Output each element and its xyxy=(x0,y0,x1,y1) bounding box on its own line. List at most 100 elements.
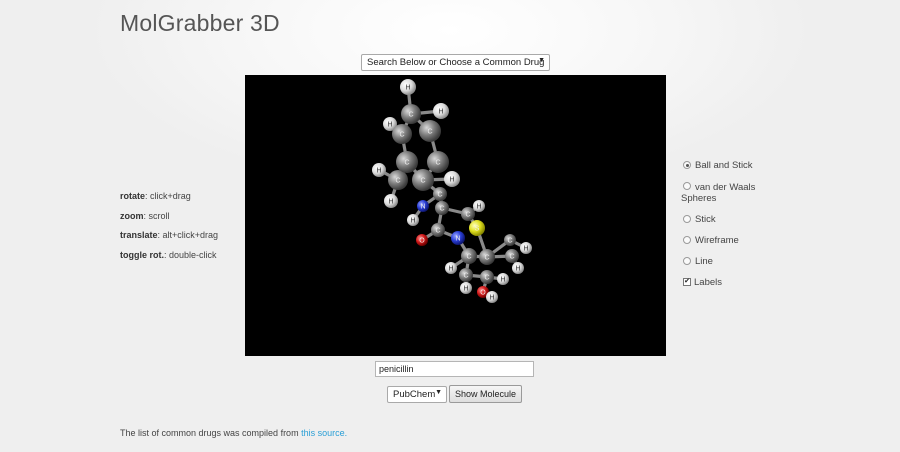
atom-label: H xyxy=(387,122,392,129)
atom-h: H xyxy=(407,214,419,226)
help-zoom: zoom: scroll xyxy=(120,211,218,222)
option-label: Ball and Stick xyxy=(695,160,753,171)
atom-c: C xyxy=(461,248,477,264)
option-line[interactable]: Line xyxy=(681,256,791,267)
atom-c: C xyxy=(504,234,516,246)
atom-c: C xyxy=(427,151,449,173)
atom-label: C xyxy=(395,178,400,185)
atom-c: C xyxy=(419,120,441,142)
source-link[interactable]: this source. xyxy=(301,428,347,438)
atom-h: H xyxy=(372,163,386,177)
atom-n: N xyxy=(417,200,429,212)
common-drug-select[interactable]: Search Below or Choose a Common Drug ▼ xyxy=(361,54,550,71)
atom-label: C xyxy=(404,160,409,167)
radio-icon[interactable] xyxy=(683,257,691,265)
checkbox-checked-icon[interactable]: ✔ xyxy=(683,278,691,286)
database-select[interactable]: PubChem ▼ xyxy=(387,386,447,403)
atom-label: O xyxy=(419,238,425,245)
dropdown-arrow-icon: ▼ xyxy=(435,389,442,396)
atom-label: N xyxy=(420,204,425,211)
atom-h: H xyxy=(384,194,398,208)
radio-icon[interactable] xyxy=(683,182,691,190)
atom-label: C xyxy=(427,129,432,136)
atom-label: S xyxy=(475,226,480,233)
atom-label: C xyxy=(437,192,442,199)
option-label: van der Waals Spheres xyxy=(681,182,756,204)
atom-label: C xyxy=(439,206,444,213)
radio-icon[interactable] xyxy=(683,161,691,169)
atom-h: H xyxy=(497,273,509,285)
atom-c: C xyxy=(401,104,421,124)
atom-label: C xyxy=(465,212,470,219)
molecule-search-input[interactable] xyxy=(375,361,534,377)
labels-toggle-label: Labels xyxy=(694,277,722,288)
atom-label: C xyxy=(509,254,514,261)
atom-label: H xyxy=(438,109,443,116)
atom-label: N xyxy=(455,236,460,243)
atom-label: H xyxy=(405,85,410,92)
help-value: : double-click xyxy=(164,249,217,260)
help-key: zoom xyxy=(120,210,144,221)
labels-toggle[interactable]: ✔ Labels xyxy=(681,277,791,288)
atom-h: H xyxy=(445,262,457,274)
show-molecule-button[interactable]: Show Molecule xyxy=(449,385,522,403)
atom-label: C xyxy=(484,275,489,282)
atom-label: H xyxy=(410,218,415,225)
atom-c: C xyxy=(505,249,519,263)
atom-label: H xyxy=(500,277,505,284)
help-key: translate xyxy=(120,230,158,240)
common-drug-select-value: Search Below or Choose a Common Drug xyxy=(367,57,545,68)
atom-n: N xyxy=(451,231,465,245)
atom-label: C xyxy=(484,255,489,262)
atom-label: C xyxy=(463,273,468,280)
atom-c: C xyxy=(433,187,447,201)
atom-c: C xyxy=(479,249,495,265)
atom-label: C xyxy=(466,254,471,261)
atom-c: C xyxy=(431,223,445,237)
atom-h: H xyxy=(520,242,532,254)
atom-label: C xyxy=(420,178,425,185)
help-value: : alt+click+drag xyxy=(157,230,219,240)
option-van-der-waals[interactable]: van der Waals Spheres xyxy=(681,181,791,204)
footer-text: The list of common drugs was compiled fr… xyxy=(120,428,302,438)
atom-c: C xyxy=(435,201,449,215)
option-label: Stick xyxy=(695,214,716,225)
radio-icon[interactable] xyxy=(683,236,691,244)
help-translate: translate: alt+click+drag xyxy=(120,230,218,241)
molecule-canvas[interactable]: NHOHCHHHHHOHHHHCCCCNCC CHHHSC CCCCCC CC xyxy=(245,75,666,356)
atom-h: H xyxy=(460,282,472,294)
help-value: : scroll xyxy=(143,210,170,221)
atom-c: C xyxy=(396,151,418,173)
atom-o: O xyxy=(416,234,428,246)
footer-note: The list of common drugs was compiled fr… xyxy=(120,428,347,438)
atom-label: H xyxy=(448,266,453,273)
radio-icon[interactable] xyxy=(683,215,691,223)
help-value: : click+drag xyxy=(145,191,191,201)
option-wireframe[interactable]: Wireframe xyxy=(681,235,791,246)
database-select-value: PubChem xyxy=(393,389,436,400)
dropdown-arrow-icon: ▼ xyxy=(538,57,545,64)
display-style-options: Ball and Stick van der Waals Spheres Sti… xyxy=(681,160,791,288)
molecule-viewer[interactable]: NHOHCHHHHHOHHHHCCCCNCCCHHHSCCCCCCCCC xyxy=(245,75,666,356)
atom-c: C xyxy=(480,270,494,284)
atom-label: H xyxy=(449,177,454,184)
atom-label: H xyxy=(515,266,520,273)
atom-label: O xyxy=(480,290,486,297)
atom-h: H xyxy=(486,291,498,303)
atom-s: S xyxy=(469,220,485,236)
atom-h: H xyxy=(400,79,416,95)
help-rotate: rotate: click+drag xyxy=(120,191,218,202)
atom-c: C xyxy=(412,169,434,191)
atom-h: H xyxy=(444,171,460,187)
help-toggle-rotation: toggle rot.: double-click xyxy=(120,250,218,261)
atom-label: H xyxy=(388,199,393,206)
controls-help: rotate: click+drag zoom: scroll translat… xyxy=(120,191,218,269)
option-ball-and-stick[interactable]: Ball and Stick xyxy=(681,160,791,171)
help-key: toggle rot. xyxy=(120,249,164,260)
atom-h: H xyxy=(473,200,485,212)
option-label: Wireframe xyxy=(695,235,739,246)
option-stick[interactable]: Stick xyxy=(681,214,791,225)
atom-label: C xyxy=(399,132,404,139)
atom-h: H xyxy=(433,103,449,119)
atom-c: C xyxy=(388,170,408,190)
